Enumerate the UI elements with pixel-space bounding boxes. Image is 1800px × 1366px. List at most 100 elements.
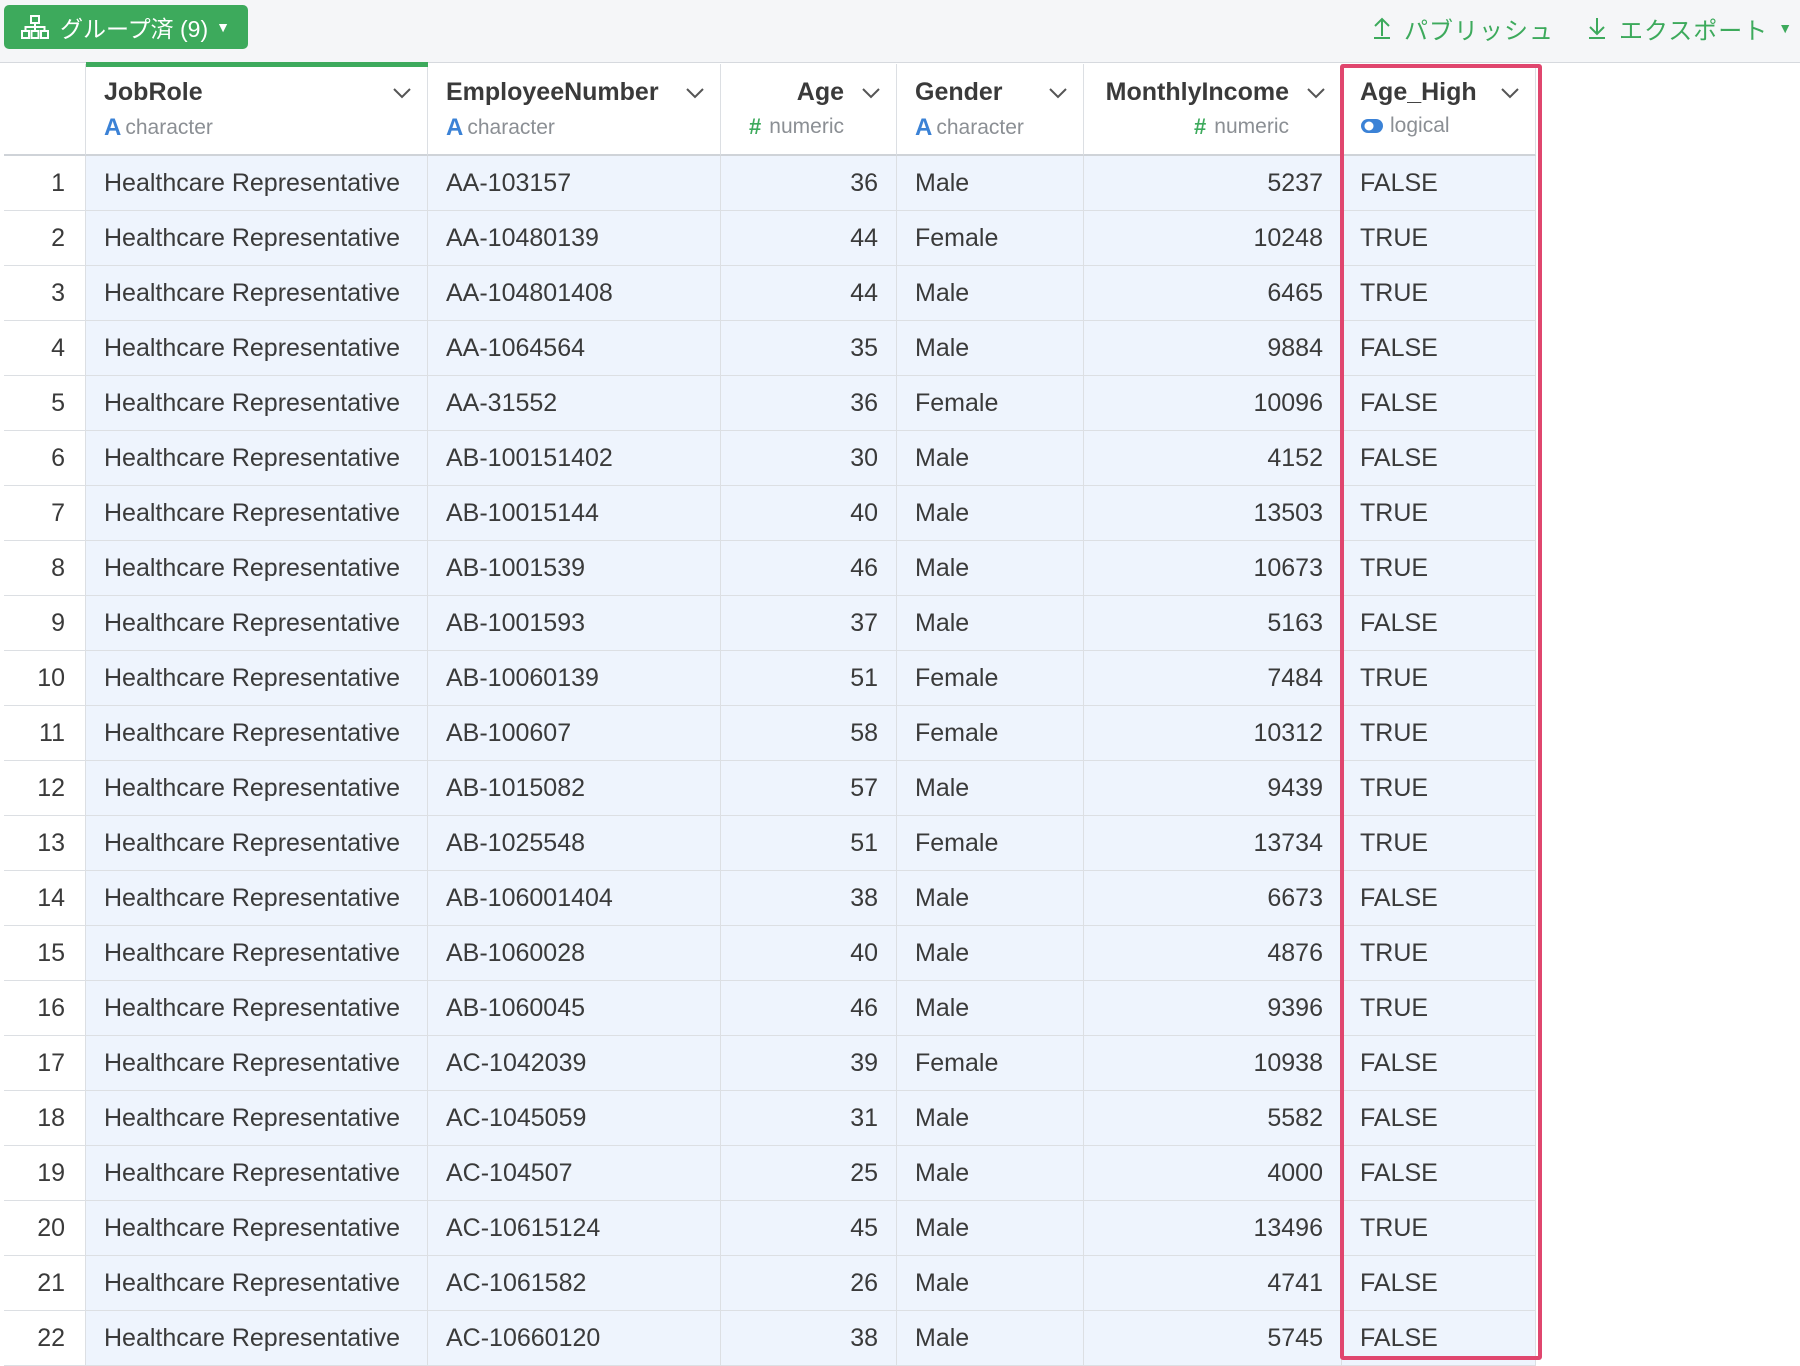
cell-employeenumber[interactable]: AB-106001404 — [428, 871, 721, 926]
cell-age-high[interactable]: FALSE — [1342, 321, 1536, 376]
cell-gender[interactable]: Male — [897, 541, 1084, 596]
cell-age[interactable]: 40 — [721, 486, 897, 541]
cell-age[interactable]: 51 — [721, 651, 897, 706]
cell-jobrole[interactable]: Healthcare Representative — [86, 871, 428, 926]
chevron-down-icon[interactable] — [1305, 82, 1327, 104]
chevron-down-icon[interactable] — [1047, 82, 1069, 104]
cell-age-high[interactable]: FALSE — [1342, 596, 1536, 651]
cell-monthlyincome[interactable]: 6465 — [1084, 266, 1342, 321]
cell-age[interactable]: 35 — [721, 321, 897, 376]
cell-jobrole[interactable]: Healthcare Representative — [86, 1091, 428, 1146]
cell-age-high[interactable]: FALSE — [1342, 431, 1536, 486]
cell-gender[interactable]: Male — [897, 1311, 1084, 1366]
cell-jobrole[interactable]: Healthcare Representative — [86, 156, 428, 211]
cell-monthlyincome[interactable]: 10673 — [1084, 541, 1342, 596]
chevron-down-icon[interactable] — [860, 82, 882, 104]
cell-age-high[interactable]: FALSE — [1342, 1256, 1536, 1311]
cell-jobrole[interactable]: Healthcare Representative — [86, 1256, 428, 1311]
column-header-age[interactable]: Age # numeric — [721, 64, 897, 156]
cell-monthlyincome[interactable]: 10312 — [1084, 706, 1342, 761]
cell-age[interactable]: 51 — [721, 816, 897, 871]
cell-age-high[interactable]: FALSE — [1342, 1036, 1536, 1091]
cell-age-high[interactable]: FALSE — [1342, 376, 1536, 431]
chevron-down-icon[interactable] — [684, 82, 706, 104]
cell-jobrole[interactable]: Healthcare Representative — [86, 486, 428, 541]
column-header-jobrole[interactable]: JobRole Acharacter — [86, 62, 428, 156]
cell-monthlyincome[interactable]: 5582 — [1084, 1091, 1342, 1146]
cell-age-high[interactable]: FALSE — [1342, 156, 1536, 211]
cell-age[interactable]: 57 — [721, 761, 897, 816]
cell-jobrole[interactable]: Healthcare Representative — [86, 1201, 428, 1256]
cell-age[interactable]: 46 — [721, 541, 897, 596]
cell-jobrole[interactable]: Healthcare Representative — [86, 651, 428, 706]
cell-gender[interactable]: Male — [897, 981, 1084, 1036]
cell-age-high[interactable]: TRUE — [1342, 926, 1536, 981]
cell-age[interactable]: 44 — [721, 266, 897, 321]
cell-age[interactable]: 38 — [721, 1311, 897, 1366]
cell-age[interactable]: 36 — [721, 156, 897, 211]
cell-monthlyincome[interactable]: 10938 — [1084, 1036, 1342, 1091]
cell-jobrole[interactable]: Healthcare Representative — [86, 321, 428, 376]
cell-employeenumber[interactable]: AA-104801408 — [428, 266, 721, 321]
cell-employeenumber[interactable]: AA-10480139 — [428, 211, 721, 266]
export-button[interactable]: エクスポート ▼ — [1587, 10, 1793, 46]
cell-monthlyincome[interactable]: 13496 — [1084, 1201, 1342, 1256]
cell-age[interactable]: 45 — [721, 1201, 897, 1256]
cell-age-high[interactable]: TRUE — [1342, 211, 1536, 266]
cell-gender[interactable]: Female — [897, 816, 1084, 871]
cell-jobrole[interactable]: Healthcare Representative — [86, 541, 428, 596]
cell-employeenumber[interactable]: AC-1045059 — [428, 1091, 721, 1146]
cell-age-high[interactable]: TRUE — [1342, 651, 1536, 706]
cell-employeenumber[interactable]: AB-1001593 — [428, 596, 721, 651]
cell-age[interactable]: 39 — [721, 1036, 897, 1091]
cell-employeenumber[interactable]: AB-1001539 — [428, 541, 721, 596]
cell-monthlyincome[interactable]: 13503 — [1084, 486, 1342, 541]
cell-gender[interactable]: Male — [897, 431, 1084, 486]
cell-employeenumber[interactable]: AB-10015144 — [428, 486, 721, 541]
cell-employeenumber[interactable]: AB-1015082 — [428, 761, 721, 816]
cell-monthlyincome[interactable]: 4000 — [1084, 1146, 1342, 1201]
cell-gender[interactable]: Male — [897, 1256, 1084, 1311]
publish-button[interactable]: パブリッシュ — [1372, 10, 1554, 46]
cell-employeenumber[interactable]: AC-10660120 — [428, 1311, 721, 1366]
cell-age[interactable]: 37 — [721, 596, 897, 651]
cell-age[interactable]: 25 — [721, 1146, 897, 1201]
cell-employeenumber[interactable]: AC-1042039 — [428, 1036, 721, 1091]
cell-jobrole[interactable]: Healthcare Representative — [86, 706, 428, 761]
cell-gender[interactable]: Male — [897, 1146, 1084, 1201]
cell-age-high[interactable]: TRUE — [1342, 816, 1536, 871]
cell-gender[interactable]: Male — [897, 1091, 1084, 1146]
cell-monthlyincome[interactable]: 10248 — [1084, 211, 1342, 266]
cell-age[interactable]: 58 — [721, 706, 897, 761]
cell-gender[interactable]: Male — [897, 486, 1084, 541]
chevron-down-icon[interactable] — [391, 82, 413, 104]
cell-age[interactable]: 30 — [721, 431, 897, 486]
cell-gender[interactable]: Female — [897, 1036, 1084, 1091]
cell-monthlyincome[interactable]: 7484 — [1084, 651, 1342, 706]
cell-monthlyincome[interactable]: 5237 — [1084, 156, 1342, 211]
cell-gender[interactable]: Male — [897, 596, 1084, 651]
cell-monthlyincome[interactable]: 4876 — [1084, 926, 1342, 981]
cell-gender[interactable]: Female — [897, 376, 1084, 431]
cell-jobrole[interactable]: Healthcare Representative — [86, 376, 428, 431]
cell-gender[interactable]: Male — [897, 321, 1084, 376]
cell-monthlyincome[interactable]: 4152 — [1084, 431, 1342, 486]
cell-gender[interactable]: Male — [897, 761, 1084, 816]
cell-age[interactable]: 38 — [721, 871, 897, 926]
cell-gender[interactable]: Female — [897, 651, 1084, 706]
cell-jobrole[interactable]: Healthcare Representative — [86, 1311, 428, 1366]
column-header-gender[interactable]: Gender Acharacter — [897, 64, 1084, 156]
column-header-employeenumber[interactable]: EmployeeNumber Acharacter — [428, 64, 721, 156]
cell-jobrole[interactable]: Healthcare Representative — [86, 1036, 428, 1091]
cell-age-high[interactable]: TRUE — [1342, 541, 1536, 596]
grouped-button[interactable]: グループ済 (9) ▼ — [4, 5, 248, 49]
cell-jobrole[interactable]: Healthcare Representative — [86, 981, 428, 1036]
cell-employeenumber[interactable]: AB-10060139 — [428, 651, 721, 706]
cell-gender[interactable]: Male — [897, 1201, 1084, 1256]
cell-monthlyincome[interactable]: 9396 — [1084, 981, 1342, 1036]
cell-age[interactable]: 46 — [721, 981, 897, 1036]
cell-gender[interactable]: Male — [897, 926, 1084, 981]
cell-jobrole[interactable]: Healthcare Representative — [86, 926, 428, 981]
cell-gender[interactable]: Female — [897, 211, 1084, 266]
cell-age-high[interactable]: TRUE — [1342, 761, 1536, 816]
